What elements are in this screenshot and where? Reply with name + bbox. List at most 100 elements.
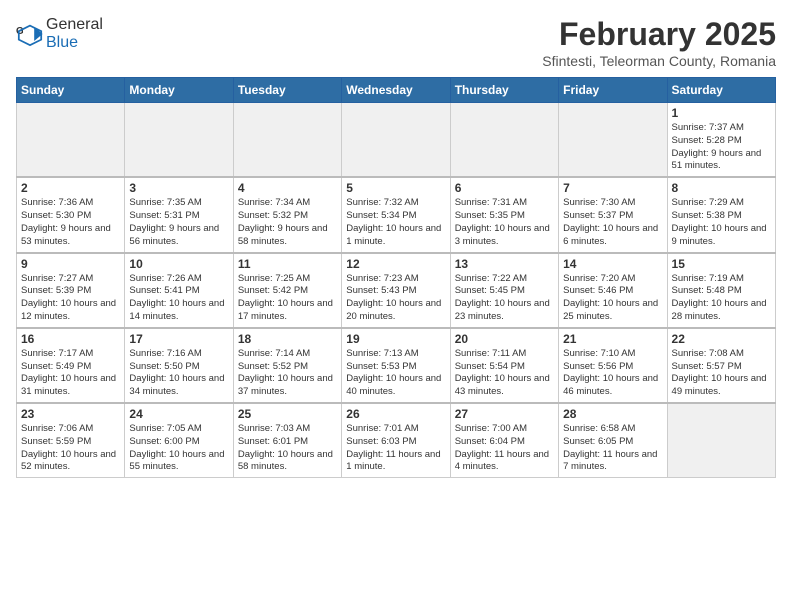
calendar-cell: 14 Sunrise: 7:20 AM Sunset: 5:46 PM Dayli… (559, 253, 667, 328)
calendar-cell (233, 103, 341, 178)
calendar-cell: 26 Sunrise: 7:01 AM Sunset: 6:03 PM Dayli… (342, 403, 450, 478)
calendar-cell: 28Sunrise: 6:58 AM Sunset: 6:05 PM Dayli… (559, 403, 667, 478)
calendar-cell (125, 103, 233, 178)
day-info: Sunrise: 7:14 AM Sunset: 5:52 PM Dayligh… (238, 348, 337, 399)
day-number: 14 (563, 257, 662, 271)
calendar-cell: 7 Sunrise: 7:30 AM Sunset: 5:37 PM Daylig… (559, 177, 667, 252)
day-info: Sunrise: 7:35 AM Sunset: 5:31 PM Dayligh… (129, 197, 228, 248)
day-number: 17 (129, 332, 228, 346)
calendar-cell: 11 Sunrise: 7:25 AM Sunset: 5:42 PM Dayli… (233, 253, 341, 328)
day-number: 13 (455, 257, 554, 271)
calendar-cell: 20 Sunrise: 7:11 AM Sunset: 5:54 PM Dayli… (450, 328, 558, 403)
calendar-cell: 2 Sunrise: 7:36 AM Sunset: 5:30 PM Daylig… (17, 177, 125, 252)
day-number: 21 (563, 332, 662, 346)
calendar-cell (667, 403, 775, 478)
logo: G General Blue (16, 16, 103, 52)
day-info: Sunrise: 7:08 AM Sunset: 5:57 PM Dayligh… (672, 348, 771, 399)
day-number: 19 (346, 332, 445, 346)
weekday-header-friday: Friday (559, 78, 667, 103)
day-info: Sunrise: 7:36 AM Sunset: 5:30 PM Dayligh… (21, 197, 120, 248)
calendar-cell: 25 Sunrise: 7:03 AM Sunset: 6:01 PM Dayli… (233, 403, 341, 478)
day-info: Sunrise: 7:30 AM Sunset: 5:37 PM Dayligh… (563, 197, 662, 248)
calendar-cell: 22Sunrise: 7:08 AM Sunset: 5:57 PM Dayli… (667, 328, 775, 403)
day-info: Sunrise: 7:25 AM Sunset: 5:42 PM Dayligh… (238, 273, 337, 324)
weekday-header-sunday: Sunday (17, 78, 125, 103)
logo-blue: Blue (46, 34, 78, 51)
calendar-cell: 27 Sunrise: 7:00 AM Sunset: 6:04 PM Dayli… (450, 403, 558, 478)
weekday-header-wednesday: Wednesday (342, 78, 450, 103)
day-number: 10 (129, 257, 228, 271)
day-number: 6 (455, 181, 554, 195)
calendar-cell: 12 Sunrise: 7:23 AM Sunset: 5:43 PM Dayli… (342, 253, 450, 328)
day-number: 4 (238, 181, 337, 195)
day-info: Sunrise: 7:10 AM Sunset: 5:56 PM Dayligh… (563, 348, 662, 399)
calendar-cell: 4 Sunrise: 7:34 AM Sunset: 5:32 PM Daylig… (233, 177, 341, 252)
day-info: Sunrise: 7:19 AM Sunset: 5:48 PM Dayligh… (672, 273, 771, 324)
day-number: 2 (21, 181, 120, 195)
calendar-cell: 21 Sunrise: 7:10 AM Sunset: 5:56 PM Dayli… (559, 328, 667, 403)
day-info: Sunrise: 7:17 AM Sunset: 5:49 PM Dayligh… (21, 348, 120, 399)
calendar-cell: 3 Sunrise: 7:35 AM Sunset: 5:31 PM Daylig… (125, 177, 233, 252)
logo-icon: G (16, 20, 44, 48)
weekday-header-monday: Monday (125, 78, 233, 103)
calendar-cell (450, 103, 558, 178)
day-info: Sunrise: 7:23 AM Sunset: 5:43 PM Dayligh… (346, 273, 445, 324)
calendar-table: SundayMondayTuesdayWednesdayThursdayFrid… (16, 77, 776, 478)
day-info: Sunrise: 7:16 AM Sunset: 5:50 PM Dayligh… (129, 348, 228, 399)
day-number: 16 (21, 332, 120, 346)
calendar-cell: 9 Sunrise: 7:27 AM Sunset: 5:39 PM Daylig… (17, 253, 125, 328)
day-number: 24 (129, 407, 228, 421)
calendar-cell: 17 Sunrise: 7:16 AM Sunset: 5:50 PM Dayli… (125, 328, 233, 403)
day-number: 7 (563, 181, 662, 195)
calendar-cell: 6 Sunrise: 7:31 AM Sunset: 5:35 PM Daylig… (450, 177, 558, 252)
calendar-cell (559, 103, 667, 178)
calendar-cell (17, 103, 125, 178)
day-info: Sunrise: 7:32 AM Sunset: 5:34 PM Dayligh… (346, 197, 445, 248)
calendar-cell: 10 Sunrise: 7:26 AM Sunset: 5:41 PM Dayli… (125, 253, 233, 328)
day-number: 27 (455, 407, 554, 421)
day-number: 15 (672, 257, 771, 271)
day-info: Sunrise: 7:37 AM Sunset: 5:28 PM Dayligh… (672, 122, 771, 173)
calendar-cell: 18 Sunrise: 7:14 AM Sunset: 5:52 PM Dayli… (233, 328, 341, 403)
day-info: Sunrise: 7:13 AM Sunset: 5:53 PM Dayligh… (346, 348, 445, 399)
day-info: Sunrise: 7:31 AM Sunset: 5:35 PM Dayligh… (455, 197, 554, 248)
day-info: Sunrise: 7:00 AM Sunset: 6:04 PM Dayligh… (455, 423, 554, 474)
calendar-cell (342, 103, 450, 178)
calendar-cell: 16 Sunrise: 7:17 AM Sunset: 5:49 PM Dayli… (17, 328, 125, 403)
day-number: 8 (672, 181, 771, 195)
day-number: 5 (346, 181, 445, 195)
calendar-cell: 13 Sunrise: 7:22 AM Sunset: 5:45 PM Dayli… (450, 253, 558, 328)
day-number: 20 (455, 332, 554, 346)
month-title: February 2025 (542, 16, 776, 53)
day-info: Sunrise: 7:20 AM Sunset: 5:46 PM Dayligh… (563, 273, 662, 324)
day-number: 11 (238, 257, 337, 271)
day-info: Sunrise: 7:03 AM Sunset: 6:01 PM Dayligh… (238, 423, 337, 474)
day-number: 3 (129, 181, 228, 195)
weekday-header-tuesday: Tuesday (233, 78, 341, 103)
day-info: Sunrise: 7:22 AM Sunset: 5:45 PM Dayligh… (455, 273, 554, 324)
day-number: 12 (346, 257, 445, 271)
calendar-cell: 24 Sunrise: 7:05 AM Sunset: 6:00 PM Dayli… (125, 403, 233, 478)
day-number: 1 (672, 106, 771, 120)
day-info: Sunrise: 7:11 AM Sunset: 5:54 PM Dayligh… (455, 348, 554, 399)
day-info: Sunrise: 7:05 AM Sunset: 6:00 PM Dayligh… (129, 423, 228, 474)
day-info: Sunrise: 7:27 AM Sunset: 5:39 PM Dayligh… (21, 273, 120, 324)
subtitle: Sfintesti, Teleorman County, Romania (542, 53, 776, 69)
calendar-cell: 8 Sunrise: 7:29 AM Sunset: 5:38 PM Daylig… (667, 177, 775, 252)
weekday-header-saturday: Saturday (667, 78, 775, 103)
day-info: Sunrise: 7:06 AM Sunset: 5:59 PM Dayligh… (21, 423, 120, 474)
day-number: 23 (21, 407, 120, 421)
day-info: Sunrise: 6:58 AM Sunset: 6:05 PM Dayligh… (563, 423, 662, 474)
day-info: Sunrise: 7:29 AM Sunset: 5:38 PM Dayligh… (672, 197, 771, 248)
day-number: 26 (346, 407, 445, 421)
day-info: Sunrise: 7:34 AM Sunset: 5:32 PM Dayligh… (238, 197, 337, 248)
day-number: 18 (238, 332, 337, 346)
title-area: February 2025 Sfintesti, Teleorman Count… (542, 16, 776, 69)
calendar-cell: 19 Sunrise: 7:13 AM Sunset: 5:53 PM Dayli… (342, 328, 450, 403)
day-info: Sunrise: 7:26 AM Sunset: 5:41 PM Dayligh… (129, 273, 228, 324)
day-number: 25 (238, 407, 337, 421)
logo-text: General Blue (46, 16, 103, 52)
day-number: 9 (21, 257, 120, 271)
calendar-cell: 23 Sunrise: 7:06 AM Sunset: 5:59 PM Dayli… (17, 403, 125, 478)
day-info: Sunrise: 7:01 AM Sunset: 6:03 PM Dayligh… (346, 423, 445, 474)
